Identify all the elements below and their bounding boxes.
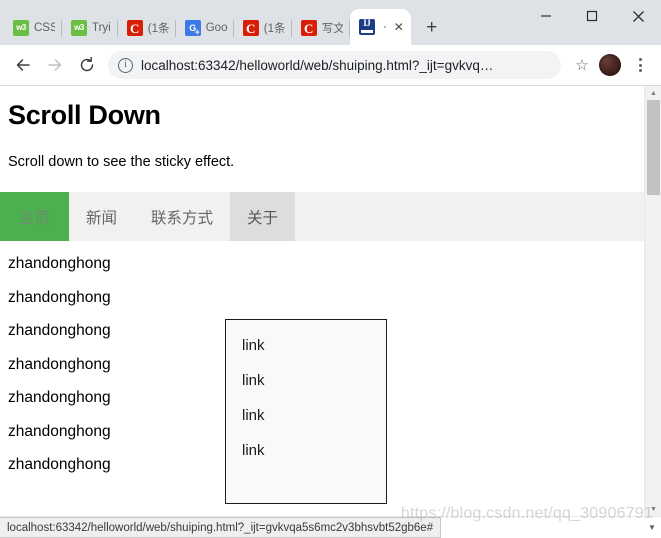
dropdown-item-link[interactable]: link — [226, 328, 386, 363]
tab-title: CSS — [34, 22, 55, 34]
csdn-icon: C — [126, 20, 143, 36]
close-window-icon[interactable] — [615, 0, 661, 32]
browser-tab-active-intellij[interactable]: IJ ✕ — [349, 9, 411, 45]
browser-window: w3 CSS w3 Tryi C (1条 G ✦ Goo C (1条 C 写文 … — [0, 0, 661, 538]
scroll-up-arrow-icon[interactable]: ▲ — [645, 86, 661, 100]
google-translate-icon: G ✦ — [184, 20, 201, 37]
web-page-content: Scroll Down Scroll down to see the stick… — [0, 86, 644, 516]
status-bar: localhost:63342/helloworld/web/shuiping.… — [0, 505, 661, 538]
window-controls — [523, 0, 661, 32]
scroll-down-arrow-icon[interactable]: ▼ — [645, 502, 661, 516]
page-subtitle: Scroll down to see the sticky effect. — [8, 154, 235, 170]
csdn-icon: C — [300, 20, 317, 36]
dropdown-item-link[interactable]: link — [226, 363, 386, 398]
list-item: zhandonghong — [8, 288, 111, 306]
tab-title: (1条 — [263, 23, 285, 35]
dot — [638, 63, 642, 67]
address-bar[interactable]: i localhost:63342/helloworld/web/shuipin… — [108, 51, 561, 79]
scrollbar-thumb[interactable] — [647, 100, 660, 195]
intellij-idea-icon: IJ — [358, 19, 375, 35]
tab-title: 写文 — [321, 23, 343, 35]
maximize-icon[interactable] — [569, 0, 615, 32]
csdn-icon: C — [242, 20, 259, 36]
chrome-menu-icon[interactable] — [627, 52, 653, 78]
browser-tab-google[interactable]: G ✦ Goo — [176, 11, 234, 45]
avatar[interactable] — [599, 54, 621, 76]
tab-strip: w3 CSS w3 Tryi C (1条 G ✦ Goo C (1条 C 写文 … — [0, 0, 661, 45]
forward-icon[interactable] — [40, 50, 70, 80]
list-item: zhandonghong — [8, 255, 111, 272]
browser-tab-csdn-2[interactable]: C (1条 — [234, 11, 292, 45]
nav-item-about[interactable]: 关于 — [230, 192, 296, 241]
browser-tab-css[interactable]: w3 CSS — [4, 11, 62, 45]
tab-title: Tryi — [92, 22, 111, 34]
nav-item-news[interactable]: 新闻 — [69, 192, 134, 241]
tab-list: w3 CSS w3 Tryi C (1条 G ✦ Goo C (1条 C 写文 … — [4, 0, 411, 45]
new-tab-button[interactable]: + — [418, 14, 446, 42]
close-icon[interactable]: ✕ — [391, 19, 407, 35]
dropdown-item-link[interactable]: link — [226, 433, 386, 468]
page-info-icon[interactable]: i — [118, 57, 133, 73]
sticky-navbar: 主页 新闻 联系方式 关于 — [0, 192, 644, 241]
browser-tab-tryit[interactable]: w3 Tryi — [62, 11, 118, 45]
about-dropdown-menu: link link link link — [225, 319, 387, 504]
bookmark-star-icon[interactable]: ☆ — [569, 52, 595, 78]
url-text: localhost:63342/helloworld/web/shuiping.… — [141, 57, 494, 73]
page-title: Scroll Down — [8, 100, 161, 130]
tab-title-dot — [383, 26, 386, 28]
nav-item-home[interactable]: 主页 — [0, 192, 70, 241]
w3schools-icon: w3 — [71, 20, 87, 36]
minimize-icon[interactable] — [523, 0, 569, 32]
dot — [638, 58, 642, 61]
dot — [638, 69, 642, 72]
page-viewport: Scroll Down Scroll down to see the stick… — [0, 85, 661, 516]
back-icon[interactable] — [8, 50, 38, 80]
nav-item-contact[interactable]: 联系方式 — [134, 192, 230, 241]
tab-title: (1条 — [147, 23, 169, 35]
scroll-down-arrow-icon[interactable]: ▼ — [645, 520, 659, 534]
dropdown-item-link[interactable]: link — [226, 398, 386, 433]
reload-icon[interactable] — [72, 50, 102, 80]
browser-toolbar: i localhost:63342/helloworld/web/shuipin… — [0, 45, 661, 85]
star-glyph: ✦ — [194, 28, 201, 37]
w3schools-icon: w3 — [13, 20, 29, 36]
tab-title: Goo — [205, 22, 227, 34]
browser-tab-csdn-write[interactable]: C 写文 — [292, 11, 350, 45]
page-scrollbar[interactable]: ▲ ▼ — [644, 86, 661, 516]
browser-tab-csdn-1[interactable]: C (1条 — [118, 11, 176, 45]
status-url-text: localhost:63342/helloworld/web/shuiping.… — [0, 517, 442, 538]
